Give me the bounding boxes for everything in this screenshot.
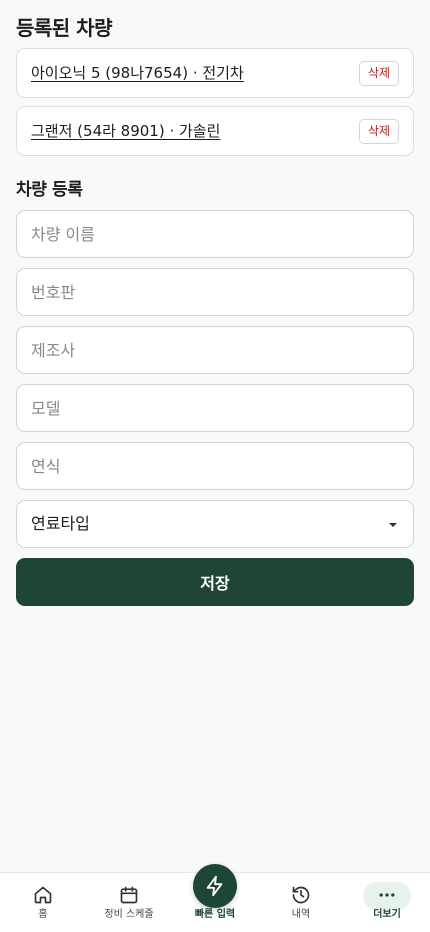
bolt-icon bbox=[206, 875, 223, 897]
plate-input[interactable] bbox=[16, 268, 414, 316]
register-vehicle-title: 차량 등록 bbox=[16, 180, 83, 200]
more-icon bbox=[379, 893, 395, 897]
year-input[interactable] bbox=[16, 442, 414, 490]
tab-label: 정비 스케줄 bbox=[104, 909, 154, 920]
tab-schedule[interactable]: 정비 스케줄 bbox=[86, 873, 172, 932]
vehicle-card: 아이오닉 5 (98나7654) · 전기차 삭제 bbox=[16, 48, 414, 98]
bottom-tab-bar: 홈 정비 스케줄 빠른 입력 내역 더보기 bbox=[0, 864, 430, 932]
tab-quick-input[interactable]: 빠른 입력 bbox=[172, 864, 258, 932]
tab-label: 빠른 입력 bbox=[194, 909, 236, 920]
fuel-type-value: 연료타입 bbox=[31, 514, 90, 533]
history-icon bbox=[292, 886, 310, 904]
maker-input[interactable] bbox=[16, 326, 414, 374]
tab-label: 내역 bbox=[291, 909, 311, 920]
vehicle-name-link[interactable]: 그랜저 (54라 8901) · 가솔린 bbox=[31, 121, 220, 141]
vehicle-name-link[interactable]: 아이오닉 5 (98나7654) · 전기차 bbox=[31, 63, 244, 83]
quick-input-fab[interactable] bbox=[193, 864, 237, 908]
delete-vehicle-button[interactable]: 삭제 bbox=[358, 119, 399, 144]
home-icon bbox=[34, 886, 52, 904]
vehicle-name-input[interactable] bbox=[16, 210, 414, 258]
caret-down-icon bbox=[389, 523, 397, 527]
save-button[interactable]: 저장 bbox=[16, 558, 414, 606]
tab-label: 더보기 bbox=[373, 909, 401, 920]
tab-more[interactable]: 더보기 bbox=[344, 873, 430, 932]
vehicle-card: 그랜저 (54라 8901) · 가솔린 삭제 bbox=[16, 106, 414, 156]
registered-vehicles-title: 등록된 차량 bbox=[16, 16, 112, 40]
tab-history[interactable]: 내역 bbox=[258, 873, 344, 932]
tab-label: 홈 bbox=[38, 909, 48, 920]
delete-vehicle-button[interactable]: 삭제 bbox=[358, 61, 399, 86]
app-screen: 등록된 차량 아이오닉 5 (98나7654) · 전기차 삭제 그랜저 (54… bbox=[0, 0, 430, 932]
model-input[interactable] bbox=[16, 384, 414, 432]
tab-home[interactable]: 홈 bbox=[0, 873, 86, 932]
calendar-icon bbox=[120, 886, 138, 904]
fuel-type-select[interactable]: 연료타입 bbox=[16, 500, 414, 548]
